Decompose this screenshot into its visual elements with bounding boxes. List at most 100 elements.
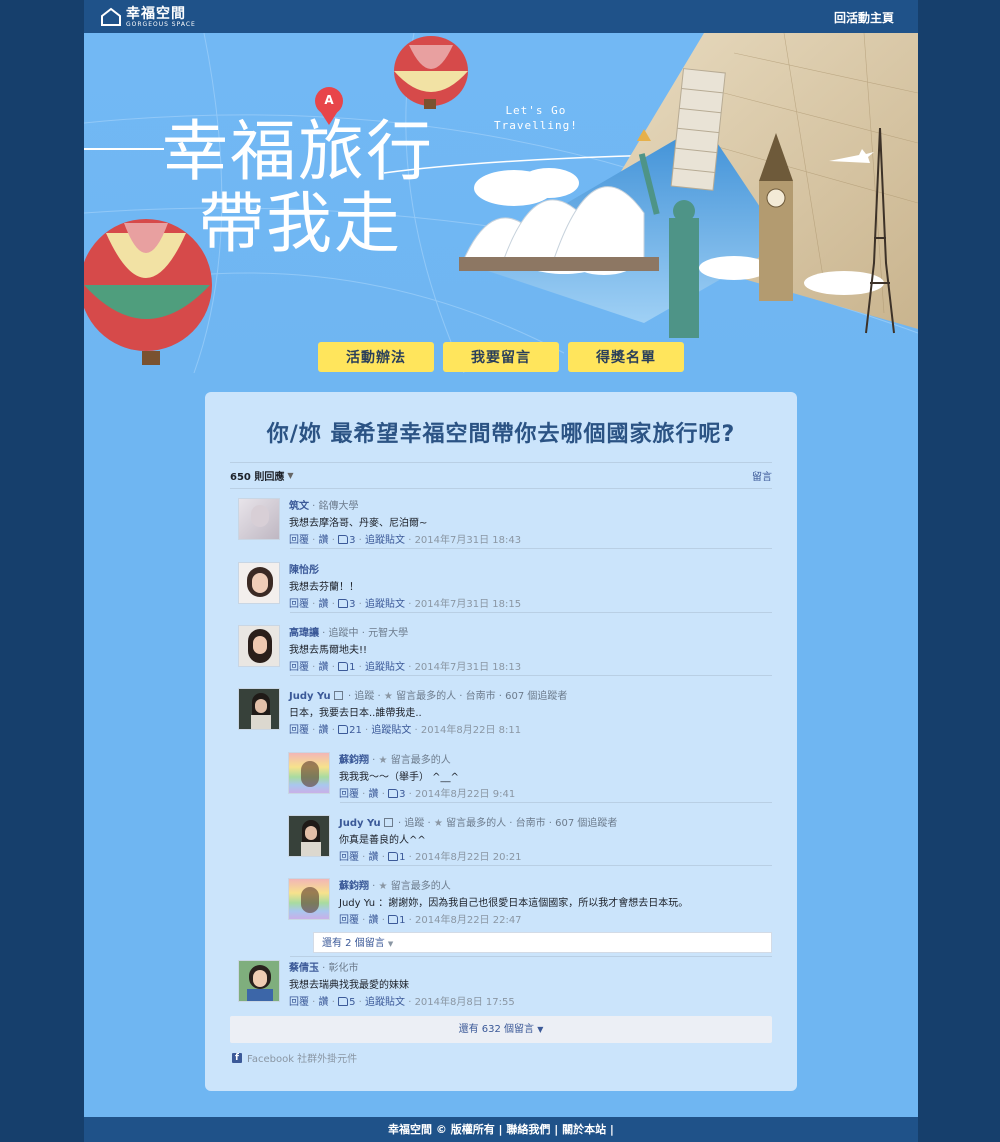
divider bbox=[340, 865, 772, 866]
reply-link[interactable]: 回覆 bbox=[289, 725, 309, 736]
like-link[interactable]: 讚 bbox=[319, 725, 329, 736]
divider bbox=[290, 612, 772, 613]
comment-time[interactable]: 2014年8月8日 17:55 bbox=[415, 997, 515, 1008]
comment-meta-extra: 留言最多的人 · 台南市 · 607 個追蹤者 bbox=[392, 691, 568, 702]
follow-post-link[interactable]: 追蹤貼文 bbox=[365, 997, 405, 1008]
comment-time[interactable]: 2014年8月22日 8:11 bbox=[421, 725, 521, 736]
reply-time[interactable]: 2014年8月22日 9:41 bbox=[415, 789, 515, 800]
hero-tagline: Let's Go Travelling! bbox=[494, 103, 578, 133]
follow-post-link[interactable]: 追蹤貼文 bbox=[365, 662, 405, 673]
comment-text: 我想去摩洛哥、丹麥、尼泊爾~ bbox=[289, 518, 428, 529]
avatar[interactable] bbox=[288, 815, 330, 857]
comment-item: 高瑋讓 · 追蹤中 · 元智大學 我想去馬爾地夫!! 回覆 · 讚 · 1 · … bbox=[238, 625, 521, 676]
follow-post-link[interactable]: 追蹤貼文 bbox=[371, 725, 411, 736]
back-to-event-link[interactable]: 回活動主頁 bbox=[834, 9, 894, 26]
reply-link[interactable]: 回覆 bbox=[339, 789, 359, 800]
comment-item: Judy Yu · 追蹤 · ★ 留言最多的人 · 台南市 · 607 個追蹤者… bbox=[238, 688, 567, 739]
about-link[interactable]: 關於本站 bbox=[562, 1123, 606, 1136]
like-link[interactable]: 讚 bbox=[319, 535, 329, 546]
comment-item: 筑文 · 銘傳大學 我想去摩洛哥、丹麥、尼泊爾~ 回覆 · 讚 · 3 · 追蹤… bbox=[238, 498, 521, 549]
thumbs-up-icon bbox=[338, 725, 349, 734]
comment-count-label: 650 則回應 bbox=[230, 472, 285, 483]
reply-item: 蘇鈞翔 · ★ 留言最多的人 我我我～～（舉手） ^__^ 回覆 · 讚 · 3… bbox=[288, 752, 515, 803]
tagline-line2: Travelling! bbox=[494, 119, 578, 132]
comment-time[interactable]: 2014年7月31日 18:13 bbox=[415, 662, 522, 673]
post-comment-link[interactable]: 留言 bbox=[752, 468, 772, 483]
reply-link[interactable]: 回覆 bbox=[339, 915, 359, 926]
house-icon bbox=[101, 7, 121, 26]
comment-author[interactable]: 陳怡彤 bbox=[289, 565, 319, 576]
comment-meta: · 銘傳大學 bbox=[309, 501, 359, 512]
reply-link[interactable]: 回覆 bbox=[289, 535, 309, 546]
avatar[interactable] bbox=[238, 688, 280, 730]
comment-author[interactable]: 高瑋讓 bbox=[289, 628, 319, 639]
reply-item: 蘇鈞翔 · ★ 留言最多的人 Judy Yu ：謝謝妳，因為我自己也很愛日本這個… bbox=[288, 878, 688, 929]
leave-comment-button[interactable]: 我要留言 bbox=[443, 342, 559, 372]
comment-author[interactable]: Judy Yu bbox=[289, 691, 331, 702]
load-more-comments-button[interactable]: 還有 632 個留言 ▼ bbox=[230, 1016, 772, 1043]
reply-meta-extra: 留言最多的人 · 台南市 · 607 個追蹤者 bbox=[442, 818, 618, 829]
like-count[interactable]: 21 bbox=[349, 725, 362, 736]
hero-title-line1: 幸福旅行 bbox=[162, 113, 434, 190]
reply-text: 你真是善良的人^^ bbox=[339, 835, 426, 846]
star-icon: ★ bbox=[378, 881, 388, 892]
like-link[interactable]: 讚 bbox=[369, 852, 379, 863]
avatar[interactable] bbox=[288, 752, 330, 794]
divider bbox=[290, 548, 772, 549]
reply-link[interactable]: 回覆 bbox=[289, 997, 309, 1008]
reply-link[interactable]: 回覆 bbox=[339, 852, 359, 863]
reply-link[interactable]: 回覆 bbox=[289, 662, 309, 673]
comment-count[interactable]: 650 則回應 ▼ bbox=[230, 468, 294, 483]
more-comments-label: 還有 632 個留言 bbox=[458, 1024, 535, 1035]
logo-name: 幸福空間 bbox=[126, 5, 186, 22]
hero-title-line2: 帶我走 bbox=[198, 185, 402, 262]
follow-icon bbox=[383, 818, 393, 827]
comment-text: 我想去瑞典找我最愛的妹妹 bbox=[289, 980, 409, 991]
footer: 幸福空間 © 版權所有 | 聯絡我們 | 關於本站 | bbox=[84, 1117, 918, 1142]
rules-button[interactable]: 活動辦法 bbox=[318, 342, 434, 372]
divider bbox=[290, 675, 772, 676]
reply-author[interactable]: 蘇鈞翔 bbox=[339, 755, 369, 766]
like-link[interactable]: 讚 bbox=[319, 599, 329, 610]
hero-banner: A 幸福旅行 帶我走 Let's Go Travelling! bbox=[84, 33, 918, 373]
follow-post-link[interactable]: 追蹤貼文 bbox=[365, 535, 405, 546]
more-replies-label: 還有 2 個留言 bbox=[322, 938, 385, 949]
reply-time[interactable]: 2014年8月22日 20:21 bbox=[415, 852, 522, 863]
contact-link[interactable]: 聯絡我們 bbox=[506, 1123, 550, 1136]
like-link[interactable]: 讚 bbox=[319, 662, 329, 673]
divider bbox=[290, 956, 772, 957]
like-link[interactable]: 讚 bbox=[369, 789, 379, 800]
reply-meta-extra: 留言最多的人 bbox=[387, 755, 451, 766]
like-link[interactable]: 讚 bbox=[369, 915, 379, 926]
comment-card: 你/妳 最希望幸福空間帶你去哪個國家旅行呢? 650 則回應 ▼ 留言 筑文 ·… bbox=[205, 392, 797, 1091]
follow-post-link[interactable]: 追蹤貼文 bbox=[365, 599, 405, 610]
facebook-icon: f bbox=[232, 1052, 242, 1063]
event-nav: 活動辦法 我要留言 得獎名單 bbox=[318, 342, 684, 372]
comments-header: 650 則回應 ▼ 留言 bbox=[230, 462, 772, 489]
like-link[interactable]: 讚 bbox=[319, 997, 329, 1008]
reply-time[interactable]: 2014年8月22日 22:47 bbox=[415, 915, 522, 926]
reply-author[interactable]: Judy Yu bbox=[339, 818, 381, 829]
page: 幸福空間 GORGEOUS SPACE 回活動主頁 A 幸福旅行 帶我走 Let… bbox=[84, 0, 918, 1142]
site-logo[interactable]: 幸福空間 GORGEOUS SPACE bbox=[100, 5, 196, 29]
comment-time[interactable]: 2014年7月31日 18:43 bbox=[415, 535, 522, 546]
avatar[interactable] bbox=[238, 960, 280, 1002]
reply-text: 我我我～～（舉手） ^__^ bbox=[339, 772, 459, 783]
caret-down-icon: ▼ bbox=[387, 940, 394, 948]
avatar[interactable] bbox=[238, 562, 280, 604]
follow-icon bbox=[333, 691, 343, 700]
comment-author[interactable]: 筑文 bbox=[289, 501, 309, 512]
more-replies-button[interactable]: 還有 2 個留言 ▼ bbox=[313, 932, 772, 953]
reply-link[interactable]: 回覆 bbox=[289, 599, 309, 610]
reply-author[interactable]: 蘇鈞翔 bbox=[339, 881, 369, 892]
tagline-line1: Let's Go bbox=[505, 104, 567, 117]
avatar[interactable] bbox=[238, 625, 280, 667]
facebook-plugin-credit[interactable]: f Facebook 社群外掛元件 bbox=[232, 1050, 357, 1065]
comment-author[interactable]: 蔡倩玉 bbox=[289, 963, 319, 974]
facebook-plugin-label: Facebook 社群外掛元件 bbox=[247, 1054, 358, 1065]
winners-button[interactable]: 得獎名單 bbox=[568, 342, 684, 372]
avatar[interactable] bbox=[288, 878, 330, 920]
comment-time[interactable]: 2014年7月31日 18:15 bbox=[415, 599, 522, 610]
comment-text: 日本，我要去日本..誰帶我走.. bbox=[289, 708, 422, 719]
avatar[interactable] bbox=[238, 498, 280, 540]
